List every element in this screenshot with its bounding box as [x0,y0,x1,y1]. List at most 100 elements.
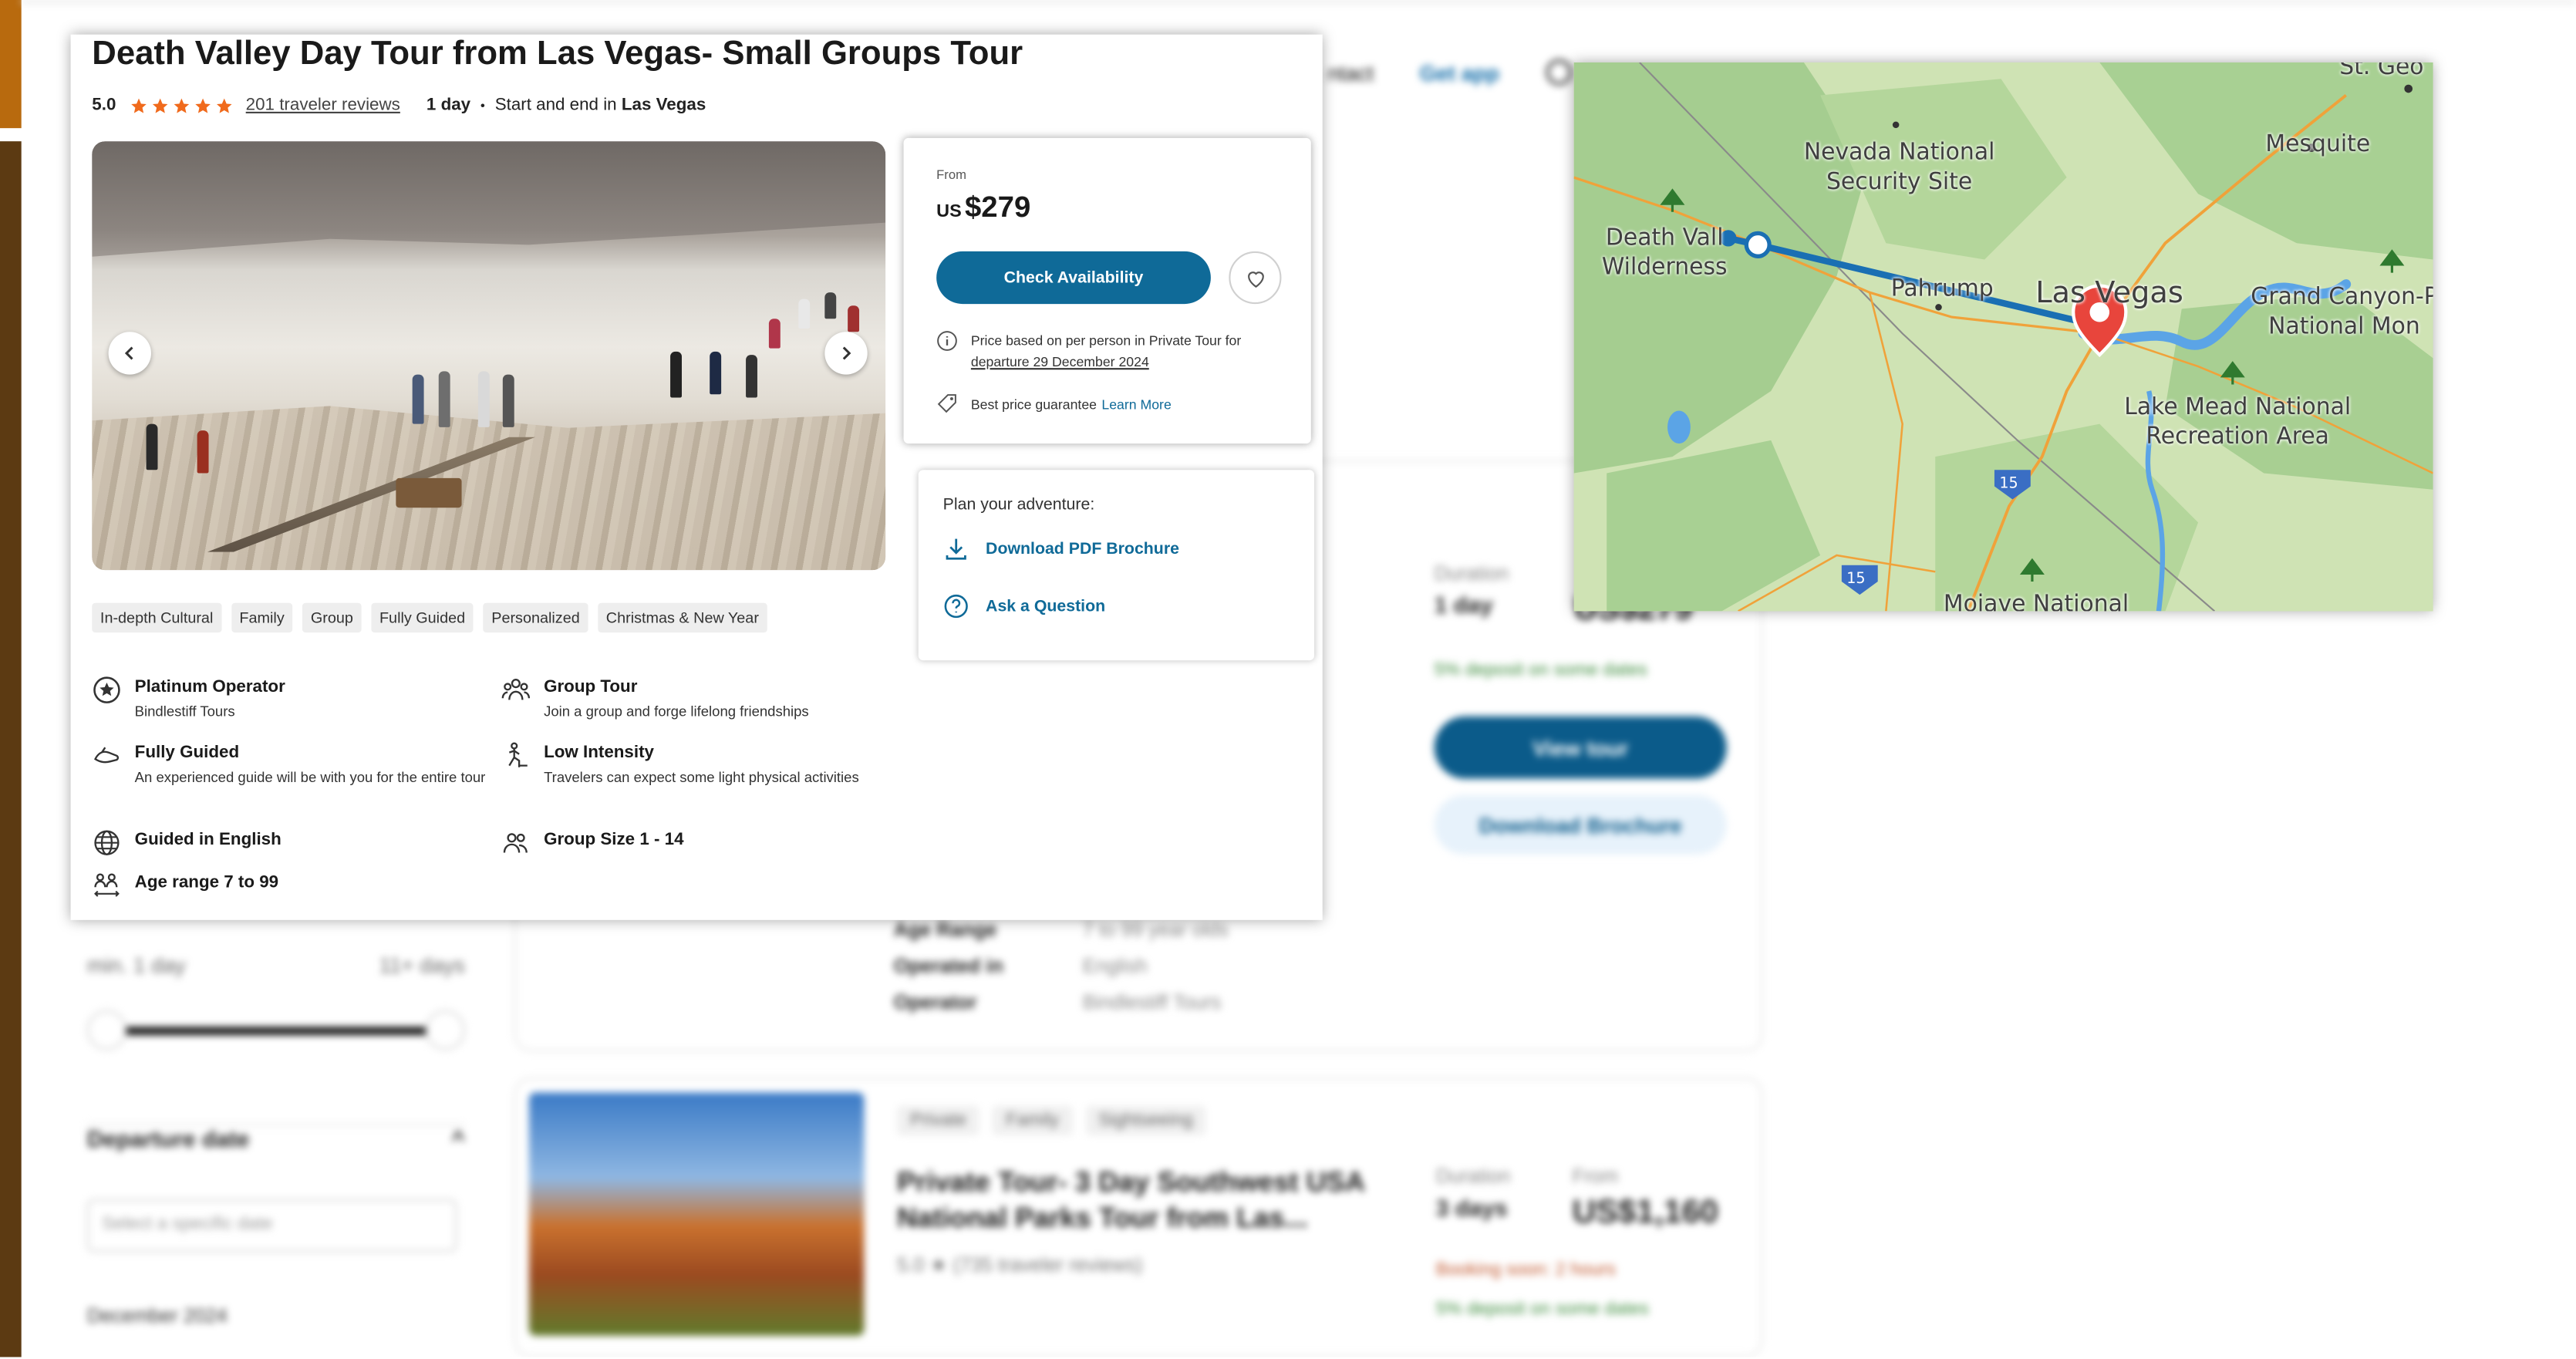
background-tour-card-2: Private Family Sightseeing Private Tour-… [514,1077,1763,1357]
guide-icon [92,741,121,771]
star-icon [152,97,167,113]
screenshot-stage: ntact Get app Age Range 7 to 99 year old… [0,0,2576,1357]
rating-stars [129,96,232,114]
map-label-nevada-security-site: Nevada National Security Site [1803,140,1995,196]
photo-person [670,351,682,398]
nav-get-app[interactable]: Get app [1420,60,1499,85]
map-label-mesquite: Mesquite [2265,131,2371,158]
map-label-pahrump: Pahrump [1890,275,1994,302]
slider-knob-max[interactable] [425,1010,465,1050]
tag-group[interactable]: Group [302,602,362,633]
bullet-separator: • [480,97,485,113]
photo-prev-button[interactable] [108,332,151,375]
photo-next-button[interactable] [824,332,868,375]
view-tour-button[interactable]: View tour [1434,716,1727,779]
card2-rating: 5.0 ★ (735 traveler reviews) [897,1253,1143,1277]
photo-person [412,374,424,424]
download-brochure-button[interactable]: Download Brochure [1434,794,1727,855]
map-label-death-valley: Death Vall Wilderness [1601,224,1728,282]
photo-person [824,292,837,319]
tour-photo[interactable] [92,141,886,571]
duration-filter: min. 1 day 11+ days [86,953,465,1050]
top-divider [21,0,2576,4]
duration-slider[interactable] [86,1010,465,1050]
ask-question-link[interactable]: Ask a Question [943,593,1105,619]
date-input[interactable]: Select a specific date [86,1199,457,1253]
background-deposit: 5% deposit on some dates [1434,660,1647,680]
price-note: Price based on per person in Private Tou… [936,330,1281,373]
route-map[interactable]: St. Geo Nevada National Security Site Mes… [1573,62,2433,612]
star-icon [216,97,231,113]
heart-icon [1247,271,1263,287]
age-range-key: Age Range [893,918,997,942]
group-icon [501,675,531,704]
learn-more-link[interactable]: Learn More [1101,395,1171,411]
tag-christmas-new-year[interactable]: Christmas & New Year [598,602,767,633]
feature-subtitle: Travelers can expect some light physical… [544,768,859,786]
feature-platinum-operator: Platinum Operator Bindlestiff Tours [92,675,486,723]
card2-duration: Duration 3 days [1435,1165,1511,1221]
map-label-mojave: Mojave National [1943,591,2129,612]
download-pdf-link[interactable]: Download PDF Brochure [943,535,1179,561]
photo-mountains [92,141,886,257]
photo-sign [396,477,462,508]
photo-person [477,371,490,427]
feature-title: Group Tour [544,676,638,697]
tour-tags: In-depth Cultural Family Group Fully Gui… [92,602,767,633]
photo-person [710,351,722,395]
chevron-right-icon [842,346,851,360]
tag-in-depth-cultural[interactable]: In-depth Cultural [92,602,221,633]
map-label-grand-canyon: Grand Canyon-P National Mon [2251,284,2433,340]
age-icon [92,871,121,900]
feature-title: Group Size 1 - 14 [544,829,684,850]
info-icon [937,331,957,351]
tag-fully-guided[interactable]: Fully Guided [371,602,474,633]
from-label: From [936,167,966,183]
feature-title: Low Intensity [544,742,654,763]
feature-age-range: Age range 7 to 99 [92,871,486,900]
reviews-link[interactable]: 201 traveler reviews [246,96,400,116]
tour-title: Death Valley Day Tour from Las Vegas- Sm… [92,34,1023,73]
check-availability-button[interactable]: Check Availability [936,251,1211,305]
star-icon [194,97,210,113]
wishlist-button[interactable] [1229,251,1282,305]
tag-personalized[interactable]: Personalized [483,602,588,633]
question-icon [944,594,968,619]
feature-subtitle: Bindlestiff Tours [134,703,235,720]
card2-title[interactable]: Private Tour- 3 Day Southwest USA Nation… [897,1165,1390,1237]
operated-in-key: Operated in [893,954,1003,978]
max-duration-label: 11+ days [379,953,465,978]
interstate-15-shield: 15 [1846,572,1866,588]
card2-booking-soon: Booking soon: 2 hours [1435,1260,1616,1280]
star-badge-icon [92,675,121,704]
min-duration-label: min. 1 day [86,953,186,978]
plan-heading: Plan your adventure: [942,496,1095,514]
globe-icon[interactable] [1545,59,1572,86]
photo-person [848,305,860,332]
interstate-15-shield: 15 [1999,476,2018,494]
booking-box: From US $279 Check Availability Price bas… [903,137,1311,444]
photo-person [197,430,209,474]
departure-date-header[interactable]: Departure date ^ [86,1123,465,1152]
operator-value: Bindlestiff Tours [1082,990,1222,1014]
map-label-lake-mead: Lake Mead National Recreation Area [2124,394,2352,450]
tour-thumbnail[interactable] [528,1092,865,1336]
brand-strip-bottom [0,141,22,1357]
feature-group-size: Group Size 1 - 14 [501,828,895,858]
tag-family[interactable]: Family [231,602,293,633]
best-price-text: Best price guarantee [970,395,1097,412]
nav-contact[interactable]: ntact [1327,60,1374,85]
photo-person [746,355,757,398]
brand-strip-top [0,0,22,129]
feature-low-intensity: Low Intensity Travelers can expect some l… [501,741,895,789]
price-tag-icon [937,394,956,413]
top-nav: ntact Get app [1327,59,1572,86]
star-icon [130,97,146,113]
map-label-st-george: St. Geo [2339,62,2424,81]
month-option[interactable]: December 2024 [87,1304,228,1327]
photo-person [798,298,811,329]
download-icon [946,538,966,560]
chevron-left-icon [124,346,133,360]
feature-fully-guided: Fully Guided An experienced guide will be… [92,741,486,789]
slider-knob-min[interactable] [86,1010,127,1050]
